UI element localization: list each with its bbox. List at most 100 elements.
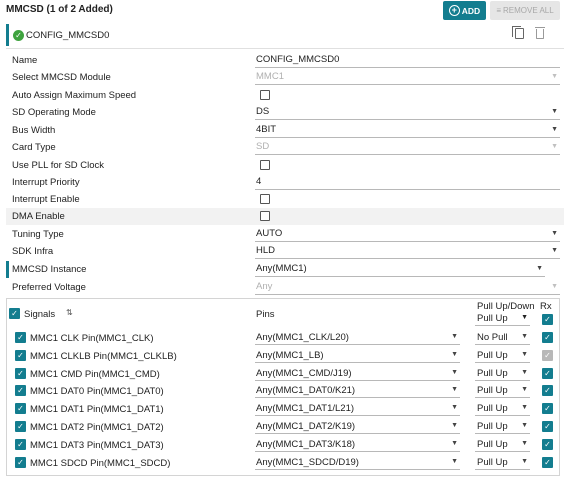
- copy-icon[interactable]: [512, 26, 524, 39]
- pin-select[interactable]: Any(MMC1_SDCD/D19) ▼: [255, 457, 460, 470]
- config-row: MMCSD Instance Any(MMC1) ▼: [6, 261, 564, 278]
- trash-icon[interactable]: [535, 27, 545, 39]
- config-row: SDK Infra HLD ▼: [6, 243, 564, 260]
- pin-select[interactable]: Any(MMC1_CMD/J19) ▼: [255, 368, 460, 381]
- chevron-down-icon: ▼: [551, 108, 558, 115]
- rx-checkbox[interactable]: ✓: [542, 438, 553, 450]
- signal-checkbox[interactable]: ✓: [15, 332, 26, 343]
- config-label: Use PLL for SD Clock: [12, 160, 105, 171]
- config-row: Tuning Type AUTO ▼: [6, 226, 564, 243]
- signal-checkbox[interactable]: ✓: [15, 421, 26, 432]
- config-text-input[interactable]: 4: [255, 176, 560, 190]
- config-row: Use PLL for SD Clock: [6, 157, 564, 174]
- config-row: Preferred Voltage Any ▼: [6, 279, 564, 296]
- config-label: Interrupt Enable: [12, 194, 80, 205]
- pull-select[interactable]: No Pull ▼: [475, 332, 530, 345]
- config-row: Bus Width 4BIT ▼: [6, 122, 564, 139]
- pull-select[interactable]: Pull Up ▼: [475, 403, 530, 417]
- config-label: DMA Enable: [12, 211, 65, 222]
- rx-all-checkbox[interactable]: ✓: [542, 314, 553, 325]
- instance-bar[interactable]: ✓ CONFIG_MMCSD0: [6, 24, 564, 46]
- select-all-signals-checkbox[interactable]: ✓: [9, 308, 20, 319]
- config-checkbox[interactable]: [260, 194, 270, 204]
- config-value: DS: [256, 106, 270, 117]
- config-select[interactable]: HLD ▼: [255, 245, 560, 259]
- config-value: Any(MMC1): [256, 263, 307, 274]
- rx-checkbox[interactable]: ✓: [542, 403, 553, 415]
- add-button[interactable]: + ADD: [443, 1, 486, 20]
- pin-value: Any(MMC1_SDCD/D19): [256, 456, 359, 468]
- config-label: Auto Assign Maximum Speed: [12, 90, 137, 101]
- signal-checkbox[interactable]: ✓: [15, 385, 26, 397]
- signal-name: MMC1 SDCD Pin(MMC1_SDCD): [30, 457, 171, 469]
- pull-select[interactable]: Pull Up ▼: [475, 439, 530, 452]
- rx-checkbox[interactable]: ✓: [542, 421, 553, 432]
- pin-select[interactable]: Any(MMC1_LB) ▼: [255, 350, 460, 363]
- pins-column-header: Pins: [256, 309, 275, 320]
- pin-select[interactable]: Any(MMC1_CLK/L20) ▼: [255, 332, 460, 345]
- rx-checkbox[interactable]: ✓: [542, 385, 553, 397]
- table-row: ✓ MMC1 DAT1 Pin(MMC1_DAT1) Any(MMC1_DAT1/L…: [6, 400, 560, 418]
- chevron-down-icon: ▼: [551, 283, 558, 290]
- pull-select[interactable]: Pull Up ▼: [475, 350, 530, 363]
- signal-checkbox[interactable]: ✓: [15, 403, 26, 415]
- table-row: ✓ MMC1 SDCD Pin(MMC1_SDCD) Any(MMC1_SDCD/D…: [6, 454, 560, 472]
- chevron-down-icon: ▼: [521, 386, 528, 394]
- pin-value: Any(MMC1_CMD/J19): [256, 367, 352, 379]
- signal-checkbox[interactable]: ✓: [15, 367, 26, 379]
- chevron-down-icon: ▼: [521, 314, 528, 321]
- config-select: Any ▼: [255, 281, 560, 295]
- pin-select[interactable]: Any(MMC1_DAT1/L21) ▼: [255, 403, 460, 417]
- chevron-down-icon: ▼: [551, 247, 558, 254]
- config-select[interactable]: 4BIT ▼: [255, 124, 560, 138]
- signal-checkbox[interactable]: ✓: [15, 349, 26, 361]
- config-select[interactable]: AUTO ▼: [255, 228, 560, 242]
- signal-name: MMC1 CMD Pin(MMC1_CMD): [30, 368, 160, 380]
- config-select[interactable]: DS ▼: [255, 106, 560, 120]
- chevron-down-icon: ▼: [551, 73, 558, 80]
- signal-checkbox[interactable]: ✓: [15, 456, 26, 468]
- config-text-input[interactable]: CONFIG_MMCSD0: [255, 54, 560, 68]
- pull-select[interactable]: Pull Up ▼: [475, 421, 530, 434]
- config-checkbox[interactable]: [260, 211, 270, 221]
- pull-select[interactable]: Pull Up ▼: [475, 368, 530, 381]
- pull-value: Pull Up: [477, 367, 508, 379]
- signal-name: MMC1 DAT0 Pin(MMC1_DAT0): [30, 386, 164, 398]
- config-value: SD: [256, 141, 270, 152]
- config-label: Bus Width: [12, 125, 56, 136]
- pin-select[interactable]: Any(MMC1_DAT2/K19) ▼: [255, 421, 460, 434]
- remove-all-button[interactable]: ≡ REMOVE ALL: [490, 1, 560, 20]
- signal-name: MMC1 DAT3 Pin(MMC1_DAT3): [30, 439, 164, 451]
- rx-checkbox[interactable]: ✓: [542, 367, 553, 379]
- config-value: 4: [256, 176, 262, 187]
- chevron-down-icon: ▼: [451, 350, 458, 358]
- pull-select[interactable]: Pull Up ▼: [475, 457, 530, 470]
- pull-select[interactable]: Pull Up ▼: [475, 385, 530, 399]
- check-circle-icon: ✓: [13, 29, 24, 41]
- rx-checkbox[interactable]: ✓: [542, 332, 553, 343]
- config-checkbox[interactable]: [260, 160, 270, 170]
- pull-all-select[interactable]: Pull Up ▼: [475, 313, 530, 326]
- config-select[interactable]: Any(MMC1) ▼: [255, 263, 545, 277]
- chevron-down-icon: ▼: [551, 126, 558, 133]
- chevron-down-icon: ▼: [451, 439, 458, 447]
- pull-value: Pull Up: [477, 403, 508, 415]
- signal-checkbox[interactable]: ✓: [15, 438, 26, 450]
- signal-name: MMC1 CLKLB Pin(MMC1_CLKLB): [30, 350, 177, 362]
- config-value: HLD: [256, 245, 276, 256]
- table-row: ✓ MMC1 CMD Pin(MMC1_CMD) Any(MMC1_CMD/J19)…: [6, 365, 560, 383]
- sort-icon[interactable]: ⇅: [66, 308, 73, 317]
- rx-checkbox[interactable]: ✓: [542, 456, 553, 468]
- pin-select[interactable]: Any(MMC1_DAT3/K18) ▼: [255, 439, 460, 452]
- config-row: Interrupt Enable: [6, 191, 564, 208]
- pin-value: Any(MMC1_DAT1/L21): [256, 403, 355, 415]
- config-checkbox[interactable]: [260, 90, 270, 100]
- config-label: Name: [12, 55, 38, 66]
- config-row: Card Type SD ▼: [6, 139, 564, 156]
- table-row: ✓ MMC1 DAT0 Pin(MMC1_DAT0) Any(MMC1_DAT0/K…: [6, 382, 560, 400]
- config-row: Select MMCSD Module MMC1 ▼: [6, 69, 564, 86]
- pin-select[interactable]: Any(MMC1_DAT0/K21) ▼: [255, 385, 460, 399]
- config-label: Tuning Type: [12, 229, 64, 240]
- rx-checkbox: ✓: [542, 349, 553, 361]
- config-value: Any: [256, 281, 273, 292]
